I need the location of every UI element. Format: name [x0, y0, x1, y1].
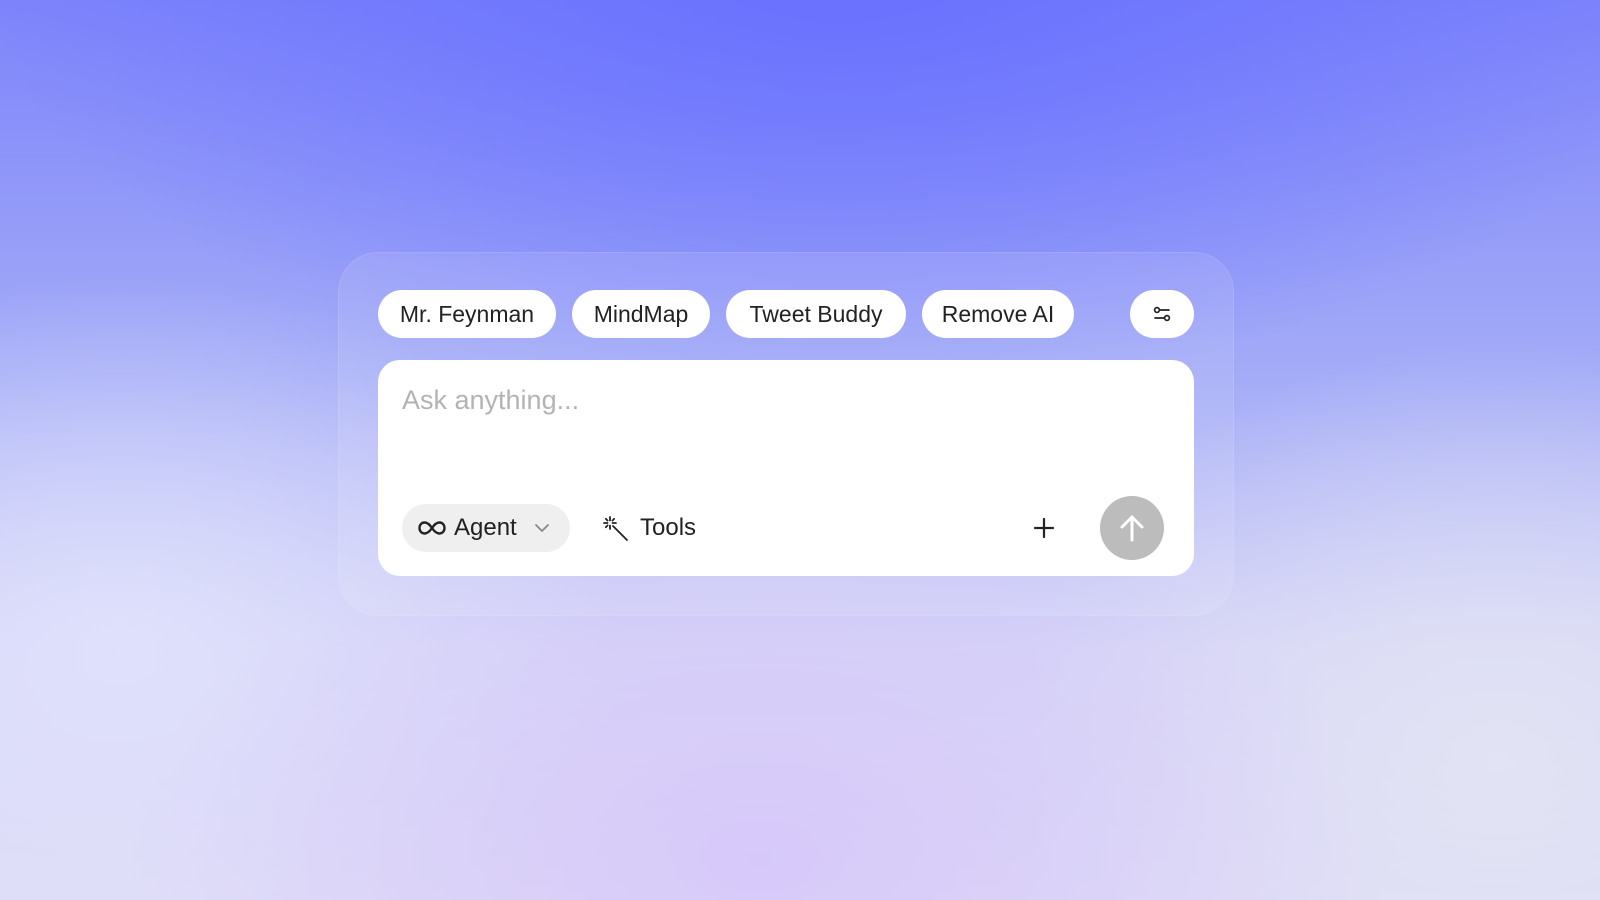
quick-prompt-mr-feynman[interactable]: Mr. Feynman	[378, 290, 556, 338]
sliders-icon	[1153, 306, 1171, 322]
prompt-settings-button[interactable]	[1130, 290, 1194, 338]
prompt-panel: Mr. Feynman MindMap Tweet Buddy Remove A…	[338, 252, 1234, 616]
plus-icon	[1033, 517, 1055, 539]
tools-label: Tools	[640, 514, 697, 541]
magic-wand-icon	[603, 516, 628, 541]
arrow-up-icon	[1120, 515, 1144, 542]
quick-prompt-remove-ai[interactable]: Remove AI	[922, 290, 1074, 338]
agent-mode-label: Agent	[454, 514, 517, 541]
chevron-down-icon	[535, 524, 549, 532]
quick-prompt-tweet-buddy[interactable]: Tweet Buddy	[726, 290, 906, 338]
infinity-icon	[418, 521, 446, 535]
prompt-input[interactable]	[402, 378, 1162, 438]
add-attachment-button[interactable]	[1020, 504, 1068, 552]
agent-mode-select[interactable]: Agent	[402, 504, 570, 552]
quick-prompt-bar: Mr. Feynman MindMap Tweet Buddy Remove A…	[378, 290, 1194, 338]
tools-button[interactable]: Tools	[602, 504, 714, 552]
quick-prompt-mindmap[interactable]: MindMap	[572, 290, 710, 338]
send-button[interactable]	[1100, 496, 1164, 560]
composer: Agent Tools	[378, 360, 1194, 576]
